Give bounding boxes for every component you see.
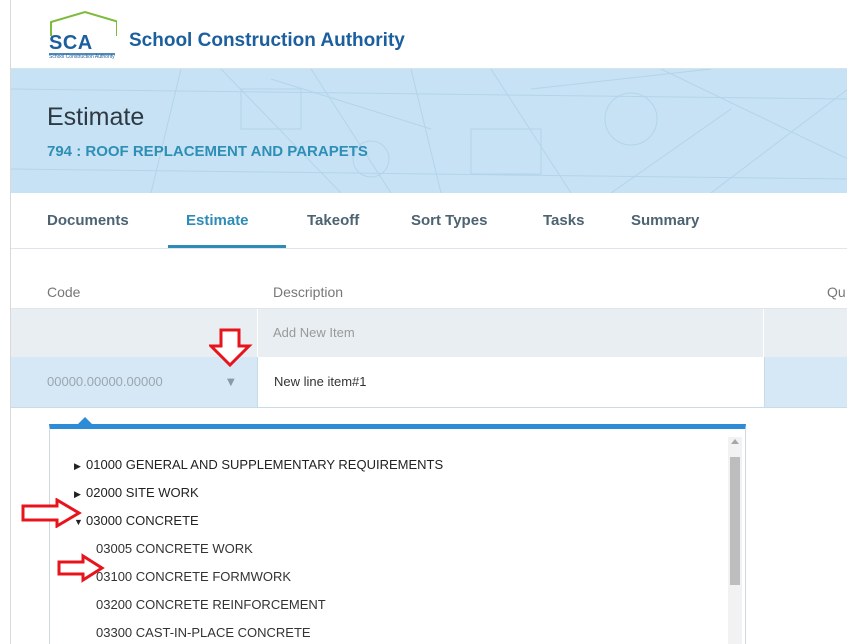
- active-tab-indicator: [168, 245, 286, 248]
- tree-item-03000[interactable]: ▼ 03000 CONCRETE: [74, 513, 199, 528]
- cell-divider: [257, 309, 258, 357]
- column-header-quantity[interactable]: Qu: [827, 284, 846, 300]
- page-banner: Estimate 794 : ROOF REPLACEMENT AND PARA…: [11, 69, 847, 193]
- logo-text: SCA: [49, 32, 93, 54]
- tree-item-label: 01000 GENERAL AND SUPPLEMENTARY REQUIREM…: [86, 457, 444, 472]
- tab-summary[interactable]: Summary: [631, 212, 699, 229]
- column-header-code[interactable]: Code: [47, 284, 80, 300]
- top-bar: SCA School Construction Authority School…: [11, 0, 847, 69]
- brand-title: School Construction Authority: [129, 30, 405, 51]
- tree-item-label: 03005 CONCRETE WORK: [96, 541, 253, 556]
- column-header-description[interactable]: Description: [273, 284, 343, 300]
- page-title: Estimate: [47, 103, 145, 131]
- add-new-item-placeholder[interactable]: Add New Item: [273, 325, 355, 340]
- tab-sort-types[interactable]: Sort Types: [411, 212, 487, 229]
- tab-documents[interactable]: Documents: [47, 212, 129, 229]
- code-dropdown: ▶ 01000 GENERAL AND SUPPLEMENTARY REQUIRE…: [49, 424, 746, 644]
- red-right-arrow-annotation: [21, 498, 82, 528]
- tree-item-label: 03200 CONCRETE REINFORCEMENT: [96, 597, 326, 612]
- tree-item-label: 03000 CONCRETE: [86, 513, 199, 528]
- description-cell[interactable]: New line item#1: [257, 357, 765, 407]
- tree-item-03300[interactable]: 03300 CAST-IN-PLACE CONCRETE: [96, 625, 311, 640]
- code-dropdown-caret-icon[interactable]: ▼: [227, 377, 235, 388]
- tree-item-03005[interactable]: 03005 CONCRETE WORK: [96, 541, 253, 556]
- tab-estimate[interactable]: Estimate: [186, 212, 249, 229]
- tree-item-label: 03300 CAST-IN-PLACE CONCRETE: [96, 625, 311, 640]
- tab-tasks[interactable]: Tasks: [543, 212, 584, 229]
- tree-item-label: 02000 SITE WORK: [86, 485, 199, 500]
- tree-item-03100[interactable]: 03100 CONCRETE FORMWORK: [96, 569, 291, 584]
- tree-item-label: 03100 CONCRETE FORMWORK: [96, 569, 292, 584]
- logo-subtext: School Construction Authority: [49, 54, 115, 60]
- table-row-selected[interactable]: 00000.00000.00000 ▼ New line item#1: [11, 357, 847, 408]
- red-down-arrow-annotation: [209, 328, 253, 368]
- app-frame: SCA School Construction Authority School…: [10, 0, 847, 644]
- tree-item-03200[interactable]: 03200 CONCRETE REINFORCEMENT: [96, 597, 326, 612]
- expand-triangle-icon[interactable]: ▶: [74, 461, 86, 472]
- tree-item-02000[interactable]: ▶ 02000 SITE WORK: [74, 485, 199, 500]
- red-right-arrow-annotation: [57, 553, 105, 583]
- tab-takeoff[interactable]: Takeoff: [307, 212, 359, 229]
- project-subtitle: 794 : ROOF REPLACEMENT AND PARAPETS: [47, 143, 368, 160]
- description-field[interactable]: New line item#1: [274, 374, 367, 389]
- tree-item-01000[interactable]: ▶ 01000 GENERAL AND SUPPLEMENTARY REQUIRE…: [74, 457, 443, 472]
- sca-logo[interactable]: SCA School Construction Authority: [47, 10, 120, 62]
- cell-divider: [763, 309, 764, 357]
- scroll-thumb[interactable]: [730, 457, 740, 585]
- code-field[interactable]: 00000.00000.00000: [47, 374, 163, 389]
- add-item-row[interactable]: Add New Item: [11, 308, 847, 358]
- scroll-up-arrow-icon[interactable]: [731, 439, 739, 444]
- tab-bar: Documents Estimate Takeoff Sort Types Ta…: [11, 194, 847, 249]
